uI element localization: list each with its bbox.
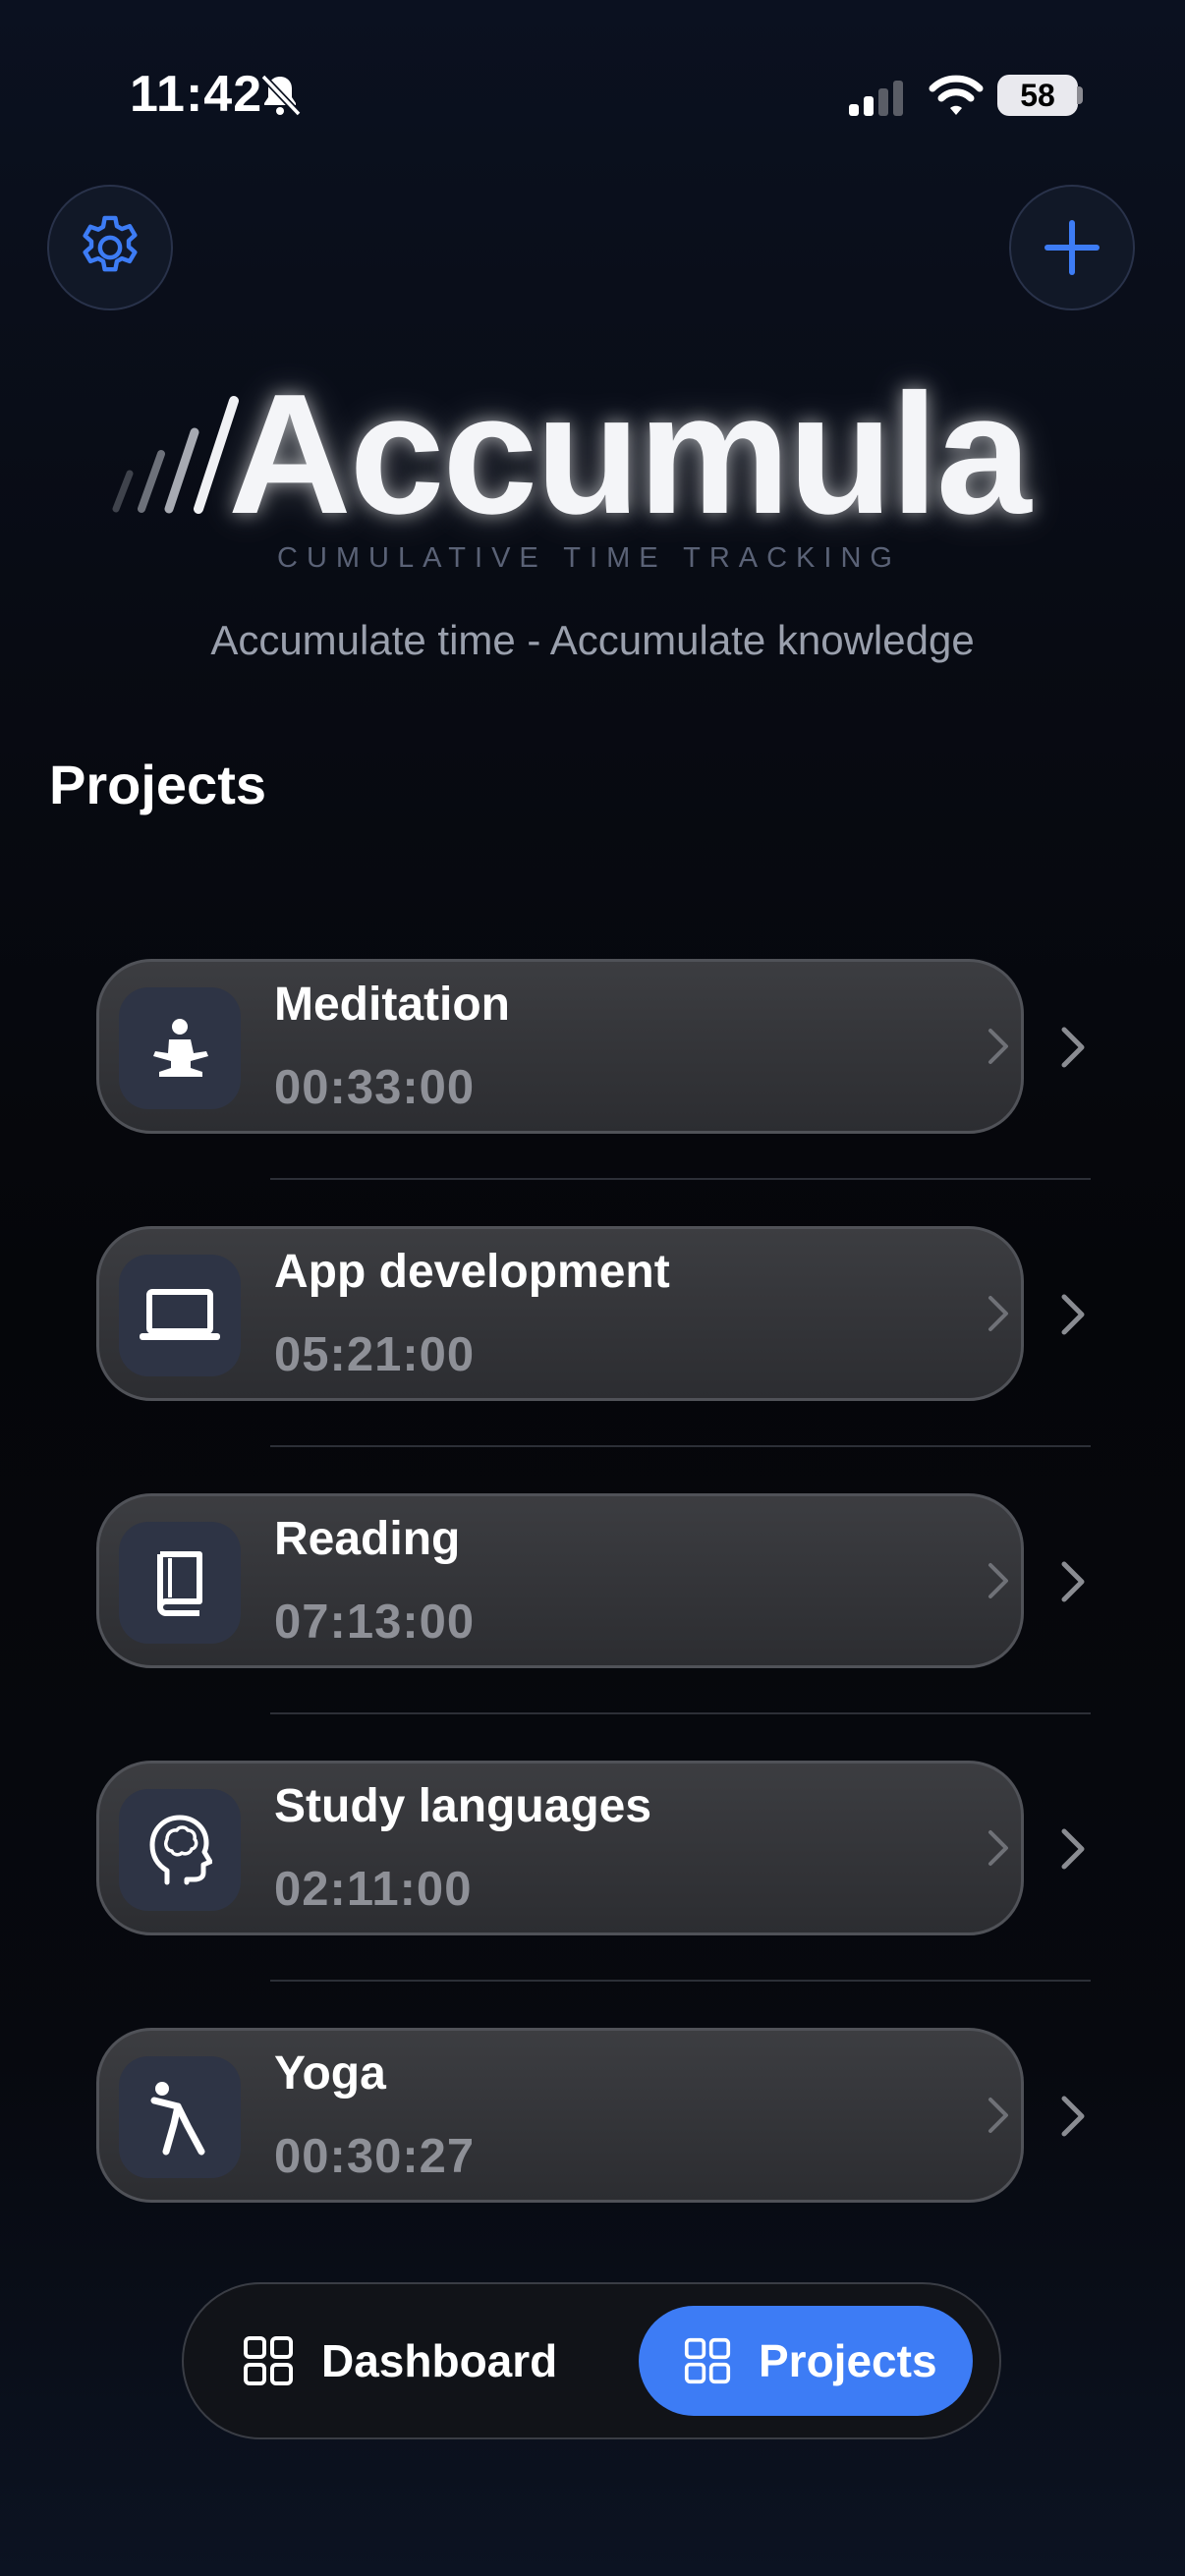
chevron-right-icon <box>988 1830 1008 1866</box>
plus-icon <box>1044 220 1100 275</box>
tab-dashboard[interactable]: Dashboard <box>243 2306 557 2416</box>
project-time: 00:30:27 <box>274 2130 476 2183</box>
battery-nub <box>1077 86 1083 104</box>
project-icon-tile <box>119 2056 241 2178</box>
project-time: 07:13:00 <box>274 1596 476 1649</box>
divider <box>270 1712 1091 1714</box>
row-chevron-icon[interactable] <box>1059 1827 1087 1871</box>
cellular-signal-icon <box>849 81 903 116</box>
chevron-right-icon <box>988 1029 1008 1064</box>
battery-indicator: 58 <box>997 75 1078 116</box>
project-card-yoga[interactable]: Yoga 00:30:27 <box>96 2028 1024 2203</box>
silent-bell-icon <box>260 74 302 117</box>
chevron-right-icon <box>988 1563 1008 1598</box>
project-icon-tile <box>119 987 241 1109</box>
project-icon-tile <box>119 1789 241 1911</box>
project-time: 00:33:00 <box>274 1061 476 1114</box>
tab-projects[interactable]: Projects <box>639 2306 973 2416</box>
project-card-reading[interactable]: Reading 07:13:00 <box>96 1493 1024 1668</box>
brain-head-icon <box>149 1815 212 1885</box>
book-icon <box>157 1551 202 1616</box>
settings-button[interactable] <box>47 185 173 310</box>
laptop-icon <box>140 1289 220 1340</box>
grid-icon <box>244 2336 293 2385</box>
row-chevron-icon[interactable] <box>1059 1560 1087 1603</box>
project-icon-tile <box>119 1255 241 1376</box>
project-card-app-development[interactable]: App development 05:21:00 <box>96 1226 1024 1401</box>
divider <box>270 1980 1091 1982</box>
project-icon-tile <box>119 1522 241 1644</box>
project-time: 05:21:00 <box>274 1328 476 1381</box>
row-chevron-icon[interactable] <box>1059 1293 1087 1336</box>
tagline: Accumulate time - Accumulate knowledge <box>210 617 975 663</box>
logo-slashes <box>112 396 239 514</box>
logo-subtitle: CUMULATIVE TIME TRACKING <box>277 542 901 574</box>
row-chevron-icon[interactable] <box>1059 2095 1087 2138</box>
tab-label: Dashboard <box>321 2335 558 2386</box>
chevron-right-icon <box>988 1296 1008 1331</box>
project-name: Reading <box>274 1513 461 1565</box>
app-logo: Accumula <box>228 358 1032 549</box>
project-name: Study languages <box>274 1780 652 1832</box>
section-title: Projects <box>49 754 266 815</box>
status-time: 11:42 <box>130 66 263 123</box>
tab-bar: Dashboard Projects <box>182 2282 1001 2439</box>
project-name: App development <box>274 1246 670 1298</box>
project-card-study-languages[interactable]: Study languages 02:11:00 <box>96 1761 1024 1935</box>
add-project-button[interactable] <box>1009 185 1135 310</box>
divider <box>270 1445 1091 1447</box>
project-card-meditation[interactable]: Meditation 00:33:00 <box>96 959 1024 1134</box>
tab-label: Projects <box>759 2335 937 2386</box>
wifi-icon <box>929 75 984 115</box>
grid-icon <box>684 2337 731 2384</box>
gear-icon <box>83 215 138 272</box>
yoga-icon <box>150 2082 205 2156</box>
project-name: Yoga <box>274 2047 386 2100</box>
project-time: 02:11:00 <box>274 1863 473 1916</box>
divider <box>270 1178 1091 1180</box>
row-chevron-icon[interactable] <box>1059 1026 1087 1069</box>
project-name: Meditation <box>274 979 510 1031</box>
chevron-right-icon <box>988 2098 1008 2133</box>
meditation-icon <box>153 1019 208 1077</box>
